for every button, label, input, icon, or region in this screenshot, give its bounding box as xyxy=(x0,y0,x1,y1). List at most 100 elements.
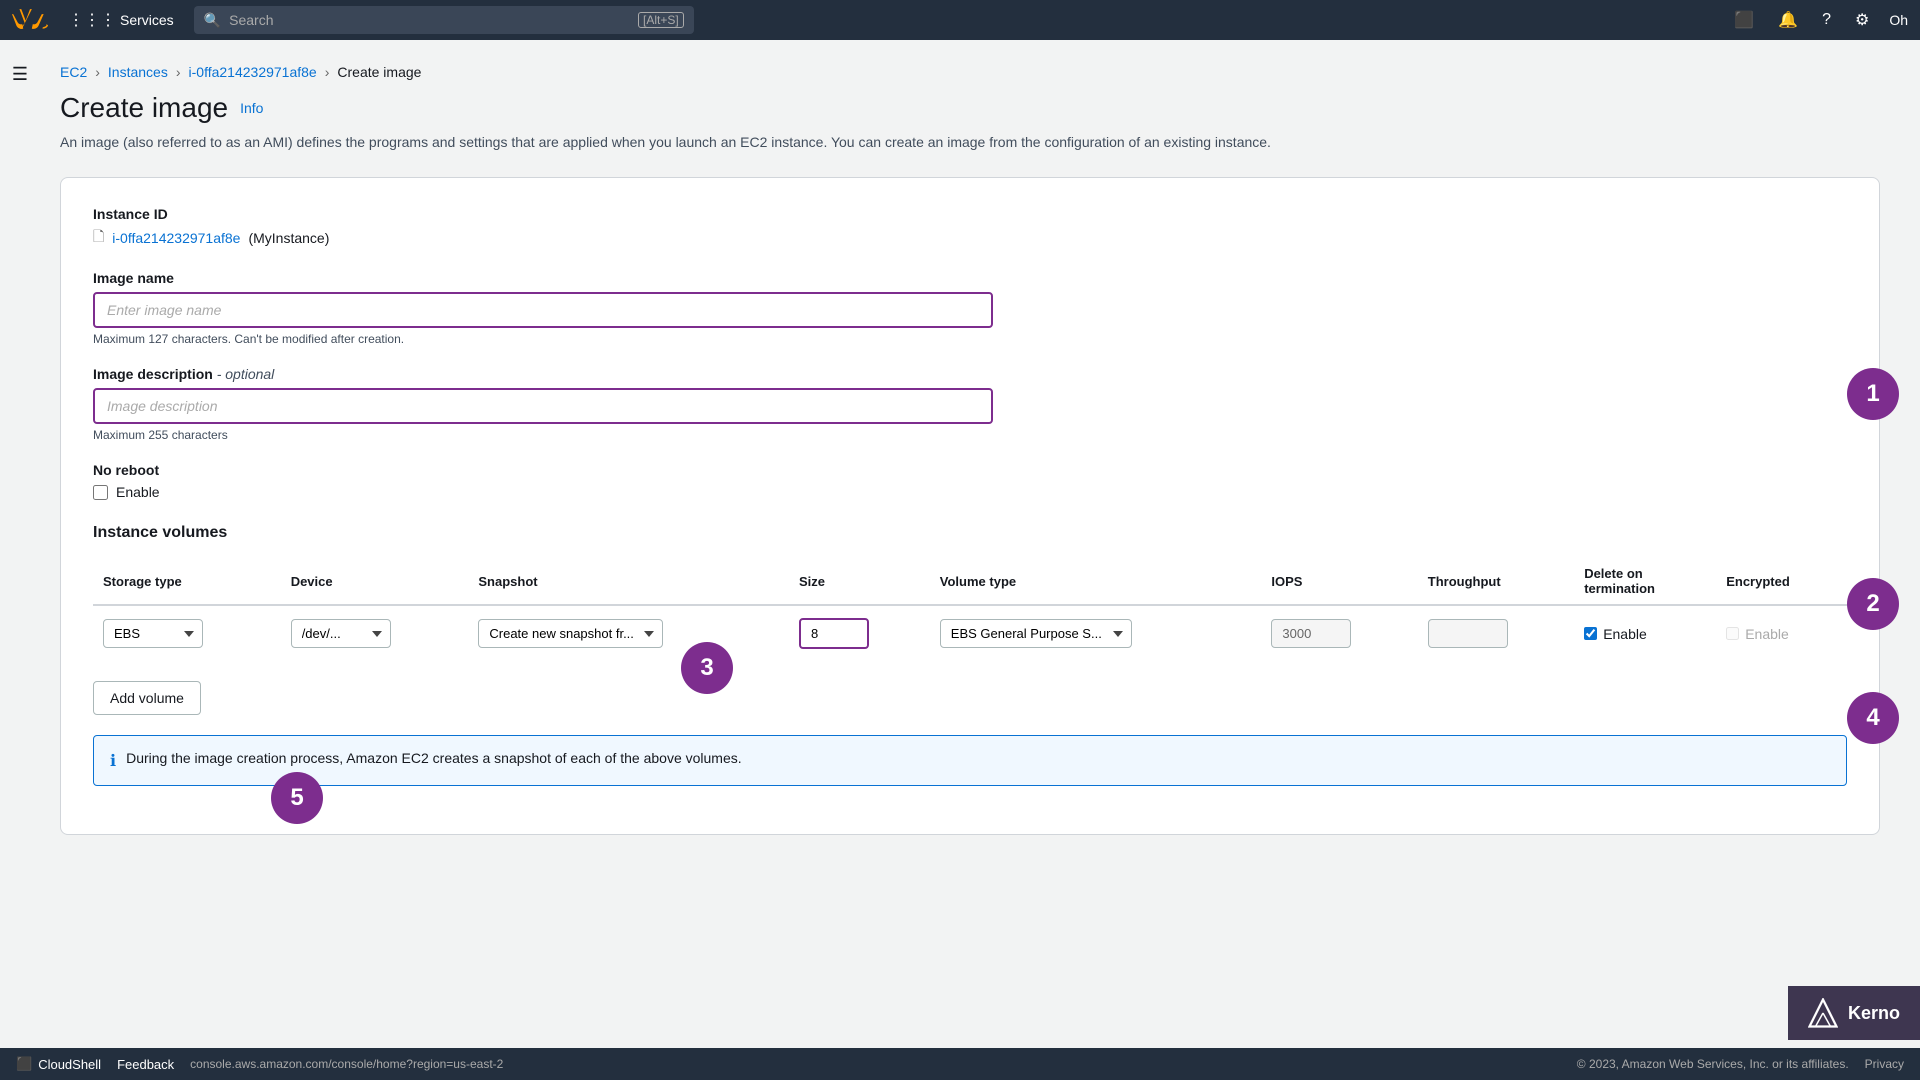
image-name-hint: Maximum 127 characters. Can't be modifie… xyxy=(93,332,1847,346)
instance-id-value: 🗋 i-0ffa214232971af8e (MyInstance) xyxy=(93,226,1847,250)
create-image-form: 1 Instance ID 🗋 i-0ffa214232971af8e (MyI… xyxy=(60,177,1880,835)
search-shortcut: [Alt+S] xyxy=(638,12,684,28)
breadcrumb-sep-3: › xyxy=(325,64,330,80)
snapshot-select[interactable]: Create new snapshot fr... xyxy=(478,619,663,648)
instance-id-section: Instance ID 🗋 i-0ffa214232971af8e (MyIns… xyxy=(93,206,1847,250)
aws-logo xyxy=(12,8,48,32)
annotation-4: 4 xyxy=(1847,692,1899,744)
instance-id-link[interactable]: i-0ffa214232971af8e xyxy=(112,230,240,246)
breadcrumb-sep-1: › xyxy=(95,64,100,80)
table-row: EBS /dev/... Create new snapshot fr... xyxy=(93,605,1847,661)
cell-size xyxy=(789,605,930,661)
breadcrumb-ec2[interactable]: EC2 xyxy=(60,64,87,80)
size-input[interactable] xyxy=(799,618,869,649)
image-name-label: Image name xyxy=(93,270,1847,286)
bell-icon-button[interactable]: 🔔 xyxy=(1774,6,1802,34)
col-volume-type: Volume type xyxy=(930,558,1262,605)
instance-id-suffix: (MyInstance) xyxy=(248,230,329,246)
copyright-text: © 2023, Amazon Web Services, Inc. or its… xyxy=(1577,1057,1849,1071)
image-desc-hint: Maximum 255 characters xyxy=(93,428,1847,442)
col-size: Size xyxy=(789,558,930,605)
image-desc-label: Image description - optional xyxy=(93,366,1847,382)
col-snapshot: Snapshot xyxy=(468,558,789,605)
info-banner: ℹ During the image creation process, Ama… xyxy=(93,735,1847,786)
kerno-label: Kerno xyxy=(1848,1003,1900,1024)
page-description: An image (also referred to as an AMI) de… xyxy=(60,132,1880,153)
page-title-row: Create image Info xyxy=(60,92,1880,124)
main-content: EC2 › Instances › i-0ffa214232971af8e › … xyxy=(0,40,1920,1080)
cell-device: /dev/... xyxy=(281,605,469,661)
cell-throughput xyxy=(1418,605,1574,661)
col-delete-on-term: Delete ontermination xyxy=(1574,558,1716,605)
no-reboot-label: No reboot xyxy=(93,462,1847,478)
cell-delete-on-term: Enable xyxy=(1574,605,1716,661)
cell-storage-type: EBS xyxy=(93,605,281,661)
image-name-input[interactable] xyxy=(93,292,993,328)
cloudshell-button[interactable]: ⬛ CloudShell xyxy=(16,1056,101,1072)
col-device: Device xyxy=(281,558,469,605)
throughput-input xyxy=(1428,619,1508,648)
add-volume-button[interactable]: Add volume xyxy=(93,681,201,715)
cloudshell-icon: ⬛ xyxy=(16,1056,32,1072)
breadcrumb-instances[interactable]: Instances xyxy=(108,64,168,80)
help-icon-button[interactable]: ? xyxy=(1818,7,1835,33)
volume-type-select[interactable]: EBS General Purpose S... xyxy=(940,619,1132,648)
delete-on-term-label[interactable]: Enable xyxy=(1603,626,1647,642)
bottom-bar: ⬛ CloudShell Feedback console.aws.amazon… xyxy=(0,1048,1920,1080)
no-reboot-checkbox[interactable] xyxy=(93,485,108,500)
feedback-button[interactable]: Feedback xyxy=(117,1057,174,1072)
no-reboot-enable-label[interactable]: Enable xyxy=(116,484,160,500)
cell-iops xyxy=(1261,605,1417,661)
info-link[interactable]: Info xyxy=(240,100,263,116)
settings-icon-button[interactable]: ⚙ xyxy=(1851,6,1873,34)
search-icon: 🔍 xyxy=(204,12,221,29)
encrypted-checkbox[interactable] xyxy=(1726,627,1739,640)
col-storage-type: Storage type xyxy=(93,558,281,605)
search-bar[interactable]: 🔍 [Alt+S] xyxy=(194,6,694,34)
cell-encrypted: Enable xyxy=(1716,605,1847,661)
col-encrypted: Encrypted xyxy=(1716,558,1847,605)
volumes-table: Storage type Device Snapshot Size Volume… xyxy=(93,558,1847,661)
annotation-1: 1 xyxy=(1847,368,1899,420)
services-label: Services xyxy=(120,12,174,28)
copy-icon[interactable]: 🗋 xyxy=(93,226,104,250)
cell-volume-type: EBS General Purpose S... xyxy=(930,605,1262,661)
search-input[interactable] xyxy=(229,12,630,28)
encrypted-cell: Enable xyxy=(1726,626,1837,642)
breadcrumb-instance-id[interactable]: i-0ffa214232971af8e xyxy=(189,64,317,80)
encrypted-label: Enable xyxy=(1745,626,1789,642)
sidebar-toggle-button[interactable]: ☰ xyxy=(0,56,40,93)
cloudshell-label: CloudShell xyxy=(38,1057,101,1072)
breadcrumb-current: Create image xyxy=(337,64,421,80)
col-iops: IOPS xyxy=(1261,558,1417,605)
no-reboot-checkbox-row: Enable xyxy=(93,484,1847,500)
breadcrumb: EC2 › Instances › i-0ffa214232971af8e › … xyxy=(60,56,1880,80)
breadcrumb-sep-2: › xyxy=(176,64,181,80)
delete-on-term-checkbox[interactable] xyxy=(1584,627,1597,640)
instance-id-label: Instance ID xyxy=(93,206,1847,222)
top-navigation: ⋮⋮⋮ Services 🔍 [Alt+S] ⬛ 🔔 ? ⚙ Oh xyxy=(0,0,1920,40)
delete-on-term-cell: Enable xyxy=(1584,626,1706,642)
image-desc-input[interactable] xyxy=(93,388,993,424)
instance-volumes-section: Instance volumes Storage type Device Sna… xyxy=(93,524,1847,661)
kerno-watermark: Kerno xyxy=(1788,986,1920,1040)
iops-input xyxy=(1271,619,1351,648)
storage-type-select[interactable]: EBS xyxy=(103,619,203,648)
services-button[interactable]: ⋮⋮⋮ Services xyxy=(60,6,182,34)
bottom-url: console.aws.amazon.com/console/home?regi… xyxy=(190,1057,503,1071)
page-title: Create image xyxy=(60,92,228,124)
bottom-right: © 2023, Amazon Web Services, Inc. or its… xyxy=(1577,1057,1904,1071)
device-select[interactable]: /dev/... xyxy=(291,619,391,648)
col-throughput: Throughput xyxy=(1418,558,1574,605)
privacy-link[interactable]: Privacy xyxy=(1865,1057,1904,1071)
volumes-section-title: Instance volumes xyxy=(93,524,1847,542)
no-reboot-section: No reboot Enable xyxy=(93,462,1847,500)
info-banner-text: During the image creation process, Amazo… xyxy=(126,750,742,766)
account-label: Oh xyxy=(1889,12,1908,28)
image-desc-field: Image description - optional Maximum 255… xyxy=(93,366,1847,442)
nav-icons: ⬛ 🔔 ? ⚙ Oh xyxy=(1730,6,1908,34)
info-icon: ℹ xyxy=(110,751,116,771)
kerno-logo-icon xyxy=(1808,998,1838,1028)
terminal-icon-button[interactable]: ⬛ xyxy=(1730,6,1758,34)
cell-snapshot: Create new snapshot fr... xyxy=(468,605,789,661)
